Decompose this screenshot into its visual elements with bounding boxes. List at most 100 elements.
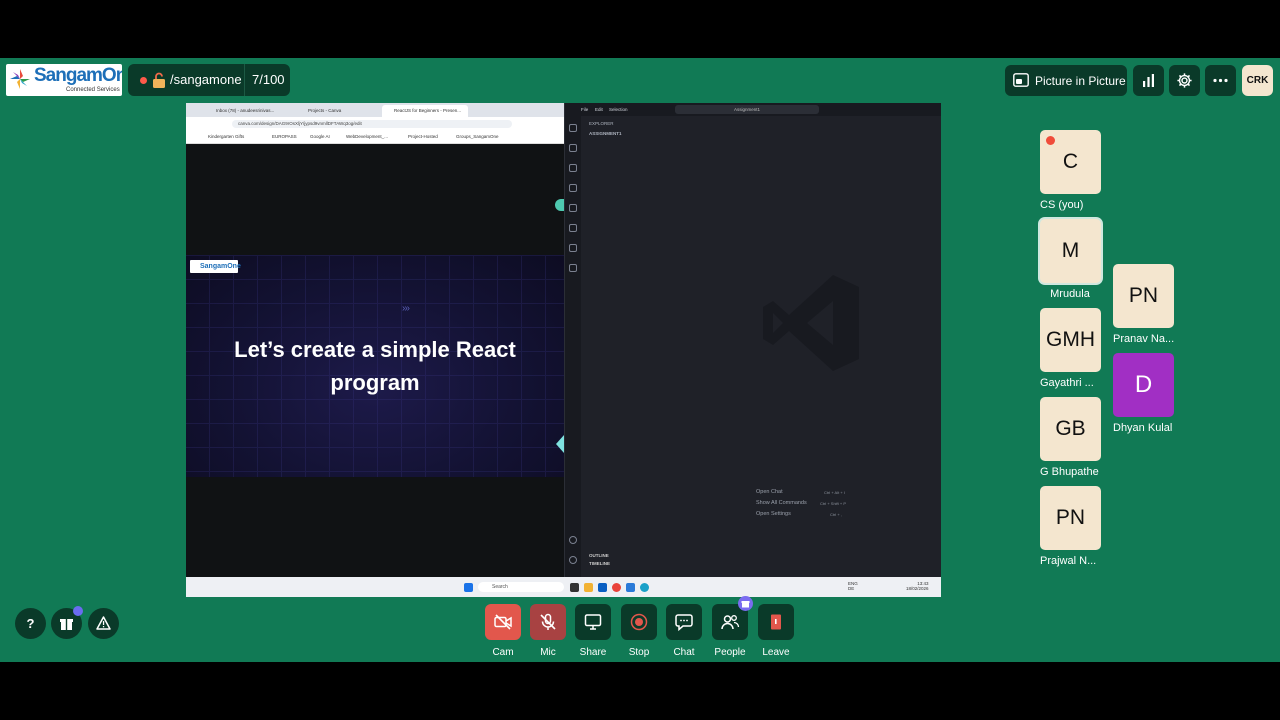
participant-initials: PN xyxy=(1128,284,1159,307)
lock-open-icon[interactable] xyxy=(152,72,166,88)
browser-tab-projects[interactable]: Projects - Canva xyxy=(296,105,376,117)
date-label: 18/02/2026 xyxy=(906,586,929,591)
participant-initials: M xyxy=(1061,239,1080,262)
timeline-label[interactable]: TIMELINE xyxy=(589,561,610,566)
picture-in-picture-button[interactable]: Picture in Picture xyxy=(1005,65,1127,96)
browser-tab-inbox[interactable]: Inbox (78) - anudeesrinivas... xyxy=(204,105,292,117)
browser-toolbar: canva.com/design/DAG9rOsXljY/jypsd9vnmll… xyxy=(186,117,564,131)
participant-name: Mrudula xyxy=(1050,288,1090,300)
hint-keys: Ctrl + , xyxy=(830,512,842,517)
account-icon[interactable] xyxy=(569,536,577,544)
manage-gear-icon[interactable] xyxy=(569,556,577,564)
help-button[interactable]: ? xyxy=(15,608,46,639)
bookmarks-bar: Kindergarten Gifts EUROPASS Google AI We… xyxy=(186,131,564,144)
vscode-watermark-icon xyxy=(763,275,859,371)
people-button[interactable] xyxy=(712,596,753,640)
chrome-icon[interactable] xyxy=(612,583,621,592)
badge-gift-icon xyxy=(741,601,750,608)
hint-open-chat[interactable]: Open Chat xyxy=(756,489,783,495)
participant-tile-gayathri[interactable]: GMH xyxy=(1040,308,1101,372)
share-button[interactable] xyxy=(575,604,611,640)
address-bar[interactable]: canva.com/design/DAG9rOsXljY/jypsd9vnmll… xyxy=(232,120,512,128)
stats-button[interactable] xyxy=(1133,65,1164,96)
search-icon[interactable] xyxy=(569,144,577,152)
participant-count: 7/100 xyxy=(252,72,285,87)
participant-tile-mrudula[interactable]: M xyxy=(1040,219,1101,283)
report-button[interactable] xyxy=(88,608,119,639)
slide-title: Let’s create a simple React program xyxy=(186,333,564,399)
screen-share-icon xyxy=(584,614,602,630)
bookmark-item[interactable]: EUROPASS xyxy=(272,134,297,139)
chevrons-icon: ››› xyxy=(402,303,410,314)
run-debug-icon[interactable] xyxy=(569,184,577,192)
extensions-icon[interactable] xyxy=(569,224,577,232)
participant-tile-dhyan[interactable]: D xyxy=(1113,353,1174,417)
hint-show-commands[interactable]: Show All Commands xyxy=(756,500,807,506)
participant-tile-pranav[interactable]: PN xyxy=(1113,264,1174,328)
edge-icon[interactable] xyxy=(640,583,649,592)
user-avatar[interactable]: CRK xyxy=(1242,65,1273,96)
gifts-button[interactable] xyxy=(51,606,83,639)
record-stop-icon xyxy=(630,613,648,631)
cam-button[interactable] xyxy=(485,604,521,640)
notification-badge-icon xyxy=(73,606,83,616)
slide-title-line: Let’s create a simple React xyxy=(234,337,516,362)
flask-icon[interactable] xyxy=(569,264,577,272)
bookmark-item[interactable]: Kindergarten Gifts xyxy=(208,134,244,139)
testing-icon[interactable] xyxy=(569,244,577,252)
explorer-icon[interactable] xyxy=(569,124,577,132)
bookmark-item[interactable]: Groups_SangamOne xyxy=(456,134,499,139)
bar-chart-icon xyxy=(1143,74,1154,87)
more-options-button[interactable] xyxy=(1205,65,1236,96)
task-view-icon[interactable] xyxy=(570,583,579,592)
pip-label: Picture in Picture xyxy=(1035,74,1126,88)
windows-start-icon[interactable] xyxy=(464,583,473,592)
explorer-folder[interactable]: ASSIGNMENT1 xyxy=(589,131,622,136)
bookmark-item[interactable]: Google AI xyxy=(310,134,330,139)
room-info[interactable]: /sangamone 7/100 xyxy=(128,64,290,96)
stop-button[interactable] xyxy=(621,604,657,640)
participant-initials: GMH xyxy=(1046,328,1095,351)
canva-handle-icon xyxy=(555,199,564,211)
app-icon[interactable] xyxy=(626,583,635,592)
menu-file[interactable]: File xyxy=(581,107,588,112)
participant-name: CS (you) xyxy=(1040,199,1084,211)
sangamone-logo: SangamOne Connected Services xyxy=(6,64,122,96)
leave-button[interactable] xyxy=(758,604,794,640)
explorer-title: EXPLORER xyxy=(589,121,614,126)
leave-door-icon xyxy=(771,614,781,630)
language-indicator[interactable]: ENG DE xyxy=(848,581,858,591)
browser-tab-react[interactable]: ReactJS for Beginners - Presen... xyxy=(382,105,468,117)
participant-name: Pranav Na... xyxy=(1113,333,1175,345)
bookmark-item[interactable]: Project-Hosted xyxy=(408,134,438,139)
outline-label[interactable]: OUTLINE xyxy=(589,553,610,558)
hint-keys: Ctrl + Alt + I xyxy=(824,490,845,495)
settings-button[interactable] xyxy=(1169,65,1200,96)
source-control-icon[interactable] xyxy=(569,164,577,172)
logo-text: SangamOne xyxy=(34,65,122,86)
explorer-panel: EXPLORER ASSIGNMENT1 xyxy=(589,121,622,136)
chat-button[interactable] xyxy=(666,604,702,640)
menu-selection[interactable]: Selection xyxy=(609,107,628,112)
vscode-taskbar-icon[interactable] xyxy=(598,583,607,592)
participant-tile-cs[interactable]: C xyxy=(1040,130,1101,194)
activity-bar xyxy=(565,116,581,577)
gear-icon xyxy=(1177,73,1192,88)
browser-window: Inbox (78) - anudeesrinivas... Projects … xyxy=(186,103,564,577)
menu-edit[interactable]: Edit xyxy=(595,107,603,112)
hint-open-settings[interactable]: Open Settings xyxy=(756,511,791,517)
presentation-slide: SangamOne ››› Let’s create a simple Reac… xyxy=(186,255,564,477)
file-explorer-icon[interactable] xyxy=(584,583,593,592)
recording-indicator-icon xyxy=(1046,136,1055,145)
logo-mark-icon xyxy=(10,69,30,89)
mic-off-icon xyxy=(540,613,556,630)
taskbar-search[interactable]: Search xyxy=(478,582,564,592)
remote-icon[interactable] xyxy=(569,204,577,212)
participant-tile-bhupathe[interactable]: GB xyxy=(1040,397,1101,461)
vscode-search[interactable]: Assignment1 xyxy=(675,105,819,114)
slide-logo: SangamOne xyxy=(190,260,241,273)
mic-button[interactable] xyxy=(530,604,566,640)
bookmark-item[interactable]: WebDevelopment_... xyxy=(346,134,388,139)
clock[interactable]: 13:43 18/02/2026 xyxy=(906,581,929,591)
participant-tile-prajwal[interactable]: PN xyxy=(1040,486,1101,550)
